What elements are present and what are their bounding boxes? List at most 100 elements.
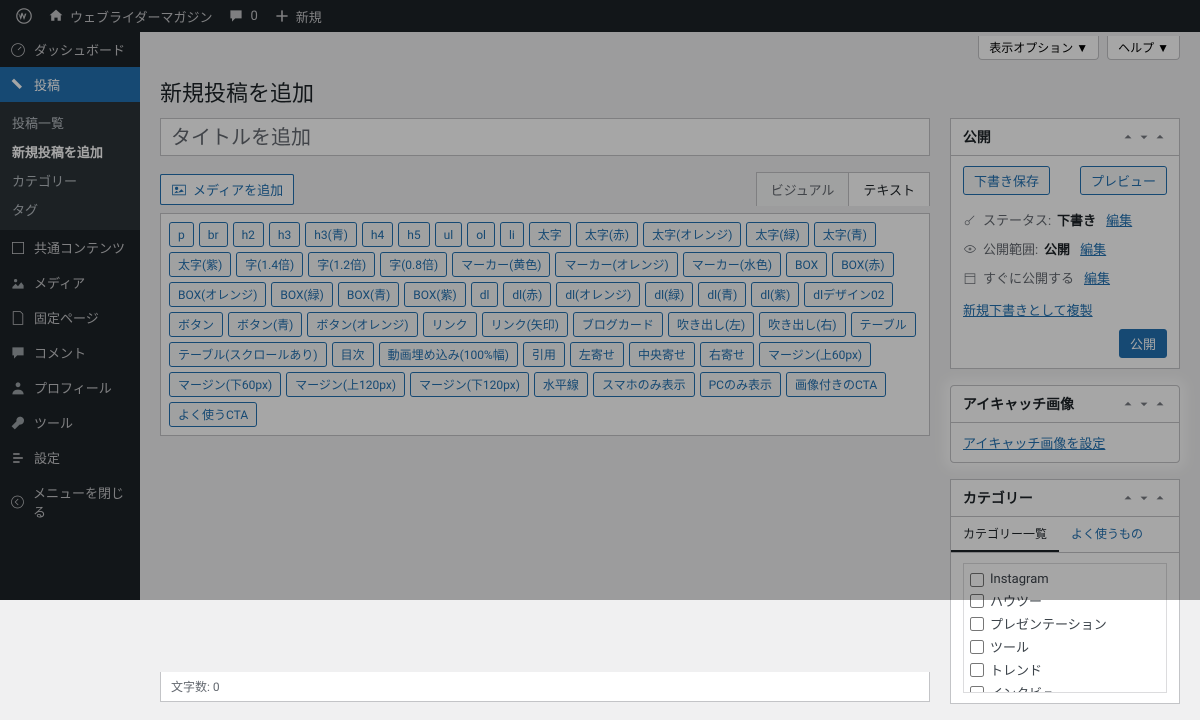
menu-media[interactable]: メディア	[0, 265, 140, 300]
chevron-up-small-icon[interactable]	[1153, 397, 1167, 411]
quicktag-button[interactable]: 吹き出し(左)	[668, 312, 754, 337]
quicktag-button[interactable]: 字(1.4倍)	[236, 252, 303, 277]
category-item[interactable]: インタビュー	[970, 681, 1160, 693]
quicktag-button[interactable]: 水平線	[534, 372, 588, 397]
quicktag-button[interactable]: dlデザイン02	[804, 282, 893, 307]
quicktag-button[interactable]: BOX(オレンジ)	[169, 282, 266, 307]
category-item[interactable]: ツール	[970, 635, 1160, 658]
chevron-up-small-icon[interactable]	[1153, 130, 1167, 144]
category-checkbox[interactable]	[970, 617, 984, 631]
quicktag-button[interactable]: 太字(緑)	[746, 222, 808, 247]
quicktag-button[interactable]: 引用	[523, 342, 565, 367]
new-content[interactable]: 新規	[266, 7, 330, 26]
quicktag-button[interactable]: テーブル	[851, 312, 916, 337]
quicktag-button[interactable]: p	[169, 222, 194, 247]
quicktag-button[interactable]: マージン(上120px)	[286, 372, 405, 397]
submenu-categories[interactable]: カテゴリー	[0, 166, 140, 195]
quicktag-button[interactable]: 目次	[332, 342, 374, 367]
quicktag-button[interactable]: よく使うCTA	[169, 402, 257, 427]
quicktag-button[interactable]: h2	[233, 222, 264, 247]
quicktag-button[interactable]: マージン(上60px)	[759, 342, 871, 367]
menu-comments[interactable]: コメント	[0, 335, 140, 370]
chevron-up-icon[interactable]	[1121, 397, 1135, 411]
quicktag-button[interactable]: 太字(オレンジ)	[643, 222, 741, 247]
category-tab-popular[interactable]: よく使うもの	[1059, 517, 1155, 552]
screen-options-toggle[interactable]: 表示オプション ▼	[978, 36, 1099, 60]
quicktag-button[interactable]: マーカー(水色)	[683, 252, 781, 277]
quicktag-button[interactable]: マーカー(黄色)	[452, 252, 550, 277]
quicktag-button[interactable]: BOX(青)	[338, 282, 399, 307]
chevron-up-icon[interactable]	[1121, 130, 1135, 144]
quicktag-button[interactable]: 太字(赤)	[576, 222, 638, 247]
quicktag-button[interactable]: PCのみ表示	[700, 372, 781, 397]
chevron-down-icon[interactable]	[1137, 491, 1151, 505]
menu-profile[interactable]: プロフィール	[0, 370, 140, 405]
quicktag-button[interactable]: 画像付きのCTA	[786, 372, 886, 397]
quicktag-button[interactable]: ボタン(オレンジ)	[307, 312, 417, 337]
quicktag-button[interactable]: BOX(紫)	[404, 282, 465, 307]
quicktag-button[interactable]: ul	[435, 222, 463, 247]
quicktag-button[interactable]: マーカー(オレンジ)	[555, 252, 677, 277]
quicktag-button[interactable]: br	[199, 222, 228, 247]
tab-text[interactable]: テキスト	[848, 173, 929, 206]
quicktag-button[interactable]: 字(0.8倍)	[380, 252, 447, 277]
category-checkbox[interactable]	[970, 594, 984, 608]
quicktag-button[interactable]: h4	[362, 222, 393, 247]
category-item[interactable]: プレゼンテーション	[970, 612, 1160, 635]
save-draft-button[interactable]: 下書き保存	[963, 166, 1050, 195]
duplicate-draft-link[interactable]: 新規下書きとして複製	[963, 300, 1167, 319]
quicktag-button[interactable]: 太字(紫)	[169, 252, 231, 277]
submenu-new-post[interactable]: 新規投稿を追加	[0, 137, 140, 166]
menu-collapse[interactable]: メニューを閉じる	[0, 475, 140, 529]
chevron-up-icon[interactable]	[1121, 491, 1135, 505]
chevron-down-icon[interactable]	[1137, 397, 1151, 411]
quicktag-button[interactable]: 太字(青)	[814, 222, 876, 247]
quicktag-button[interactable]: BOX(緑)	[271, 282, 332, 307]
quicktag-button[interactable]: マージン(下120px)	[410, 372, 529, 397]
quicktag-button[interactable]: テーブル(スクロールあり)	[169, 342, 327, 367]
quicktag-button[interactable]: dl(紫)	[751, 282, 799, 307]
quicktag-button[interactable]: h3	[269, 222, 300, 247]
quicktag-button[interactable]: 左寄せ	[570, 342, 624, 367]
quicktag-button[interactable]: 中央寄せ	[629, 342, 695, 367]
comments-count[interactable]: 0	[220, 8, 265, 24]
category-checkbox[interactable]	[970, 663, 984, 677]
quicktag-button[interactable]: マージン(下60px)	[169, 372, 281, 397]
edit-date-link[interactable]: 編集	[1084, 268, 1110, 287]
quicktag-button[interactable]: dl	[471, 282, 499, 307]
category-item[interactable]: Instagram	[970, 570, 1160, 589]
quicktag-button[interactable]: BOX	[786, 252, 827, 277]
menu-pages[interactable]: 固定ページ	[0, 300, 140, 335]
quicktag-button[interactable]: dl(緑)	[645, 282, 693, 307]
publish-button[interactable]: 公開	[1119, 329, 1167, 358]
quicktag-button[interactable]: h5	[398, 222, 429, 247]
quicktag-button[interactable]: dl(オレンジ)	[556, 282, 640, 307]
quicktag-button[interactable]: ボタン	[169, 312, 223, 337]
set-featured-image-link[interactable]: アイキャッチ画像を設定	[963, 437, 1105, 452]
category-item[interactable]: トレンド	[970, 658, 1160, 681]
quicktag-button[interactable]: ブログカード	[573, 312, 663, 337]
quicktag-button[interactable]: h3(青)	[305, 222, 357, 247]
menu-dashboard[interactable]: ダッシュボード	[0, 32, 140, 67]
quicktag-button[interactable]: リンク	[423, 312, 477, 337]
category-checkbox[interactable]	[970, 686, 984, 694]
submenu-tags[interactable]: タグ	[0, 195, 140, 224]
category-checkbox[interactable]	[970, 573, 984, 587]
quicktag-button[interactable]: ボタン(青)	[228, 312, 302, 337]
menu-tools[interactable]: ツール	[0, 405, 140, 440]
menu-shared[interactable]: 共通コンテンツ	[0, 230, 140, 265]
help-toggle[interactable]: ヘルプ ▼	[1107, 36, 1180, 60]
quicktag-button[interactable]: 動画埋め込み(100%幅)	[379, 342, 518, 367]
wp-logo[interactable]	[8, 8, 40, 24]
quicktag-button[interactable]: li	[500, 222, 524, 247]
chevron-up-small-icon[interactable]	[1153, 491, 1167, 505]
edit-status-link[interactable]: 編集	[1106, 210, 1132, 229]
menu-settings[interactable]: 設定	[0, 440, 140, 475]
menu-posts[interactable]: 投稿	[0, 67, 140, 102]
category-checkbox[interactable]	[970, 640, 984, 654]
add-media-button[interactable]: メディアを追加	[160, 174, 294, 205]
quicktag-button[interactable]: dl(青)	[698, 282, 746, 307]
category-list[interactable]: Instagramハウツープレゼンテーションツールトレンドインタビュープロジェク…	[963, 563, 1167, 693]
category-tab-all[interactable]: カテゴリー一覧	[951, 517, 1059, 552]
quicktag-button[interactable]: dl(赤)	[503, 282, 551, 307]
